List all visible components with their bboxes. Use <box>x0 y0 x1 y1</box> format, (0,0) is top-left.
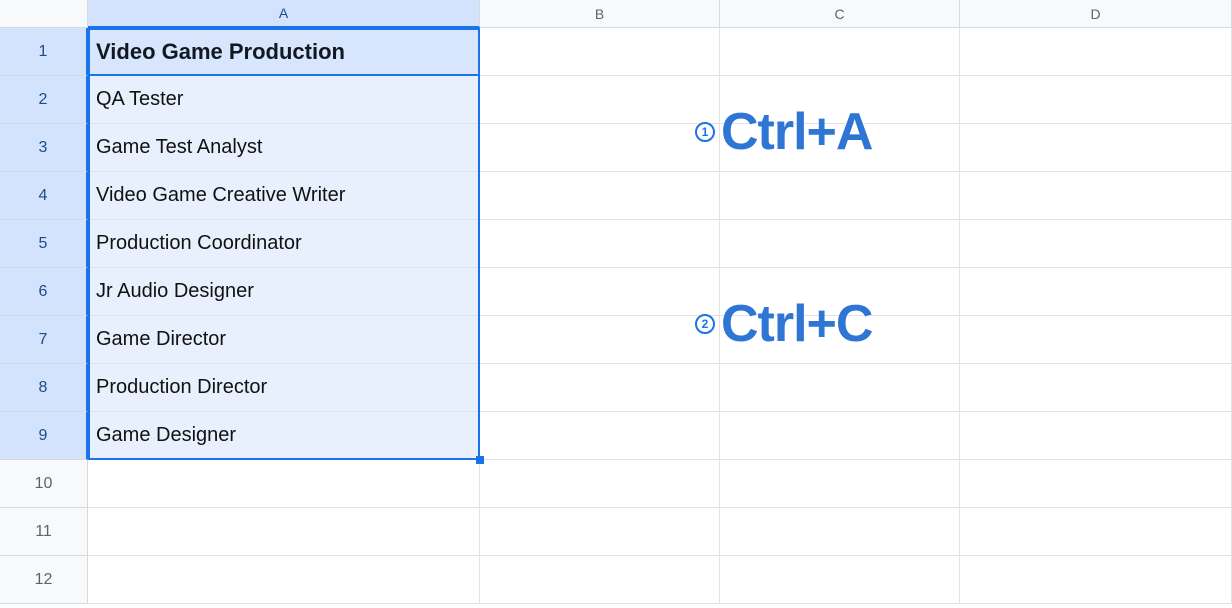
row-header-10[interactable]: 10 <box>0 460 88 508</box>
cell-D2[interactable] <box>960 76 1232 124</box>
cell-A2[interactable]: QA Tester <box>88 76 480 124</box>
cell-A3[interactable]: Game Test Analyst <box>88 124 480 172</box>
row-header-12[interactable]: 12 <box>0 556 88 604</box>
cell-A1[interactable]: Video Game Production <box>88 28 480 76</box>
cell-B10[interactable] <box>480 460 720 508</box>
cell-A6[interactable]: Jr Audio Designer <box>88 268 480 316</box>
cell-D10[interactable] <box>960 460 1232 508</box>
cell-D7[interactable] <box>960 316 1232 364</box>
fill-handle[interactable] <box>476 456 484 464</box>
cell-C12[interactable] <box>720 556 960 604</box>
column-header-D[interactable]: D <box>960 0 1232 28</box>
cell-A10[interactable] <box>88 460 480 508</box>
row-header-11[interactable]: 11 <box>0 508 88 556</box>
cell-D12[interactable] <box>960 556 1232 604</box>
annotation-number-1: 1 <box>695 122 715 142</box>
column-headers-row: A B C D <box>0 0 1232 28</box>
cell-D1[interactable] <box>960 28 1232 76</box>
cell-B8[interactable] <box>480 364 720 412</box>
row-header-1[interactable]: 1 <box>0 28 88 76</box>
cell-A4[interactable]: Video Game Creative Writer <box>88 172 480 220</box>
cell-A9[interactable]: Game Designer <box>88 412 480 460</box>
annotation-shortcut-select-all: 1 Ctrl+A <box>695 102 872 162</box>
cell-C4[interactable] <box>720 172 960 220</box>
cell-B2[interactable] <box>480 76 720 124</box>
cell-D6[interactable] <box>960 268 1232 316</box>
cell-A5[interactable]: Production Coordinator <box>88 220 480 268</box>
cell-B7[interactable] <box>480 316 720 364</box>
cell-D5[interactable] <box>960 220 1232 268</box>
cell-B4[interactable] <box>480 172 720 220</box>
cell-B9[interactable] <box>480 412 720 460</box>
cell-D11[interactable] <box>960 508 1232 556</box>
cell-A12[interactable] <box>88 556 480 604</box>
row-header-4[interactable]: 4 <box>0 172 88 220</box>
cell-C11[interactable] <box>720 508 960 556</box>
cell-C1[interactable] <box>720 28 960 76</box>
select-all-corner[interactable] <box>0 0 88 28</box>
row-header-8[interactable]: 8 <box>0 364 88 412</box>
annotation-number-2: 2 <box>695 314 715 334</box>
annotation-text-1: Ctrl+A <box>721 102 872 162</box>
cell-B6[interactable] <box>480 268 720 316</box>
column-header-A[interactable]: A <box>88 0 480 28</box>
row-header-2[interactable]: 2 <box>0 76 88 124</box>
spreadsheet-view: A B C D 1 Video Game Production 2 QA Tes… <box>0 0 1232 608</box>
cell-D8[interactable] <box>960 364 1232 412</box>
row-header-6[interactable]: 6 <box>0 268 88 316</box>
cell-A7[interactable]: Game Director <box>88 316 480 364</box>
cell-B1[interactable] <box>480 28 720 76</box>
body-rows: 1 Video Game Production 2 QA Tester 3 Ga… <box>0 28 1232 604</box>
row-header-5[interactable]: 5 <box>0 220 88 268</box>
cell-C10[interactable] <box>720 460 960 508</box>
cell-C8[interactable] <box>720 364 960 412</box>
cell-B11[interactable] <box>480 508 720 556</box>
cell-B3[interactable] <box>480 124 720 172</box>
column-header-C[interactable]: C <box>720 0 960 28</box>
cell-D4[interactable] <box>960 172 1232 220</box>
cell-B5[interactable] <box>480 220 720 268</box>
cell-D9[interactable] <box>960 412 1232 460</box>
cell-C9[interactable] <box>720 412 960 460</box>
column-header-B[interactable]: B <box>480 0 720 28</box>
cell-B12[interactable] <box>480 556 720 604</box>
annotation-text-2: Ctrl+C <box>721 294 872 354</box>
row-header-3[interactable]: 3 <box>0 124 88 172</box>
cell-A11[interactable] <box>88 508 480 556</box>
cell-D3[interactable] <box>960 124 1232 172</box>
row-header-9[interactable]: 9 <box>0 412 88 460</box>
annotation-shortcut-copy: 2 Ctrl+C <box>695 294 872 354</box>
cell-C5[interactable] <box>720 220 960 268</box>
row-header-7[interactable]: 7 <box>0 316 88 364</box>
cell-A8[interactable]: Production Director <box>88 364 480 412</box>
